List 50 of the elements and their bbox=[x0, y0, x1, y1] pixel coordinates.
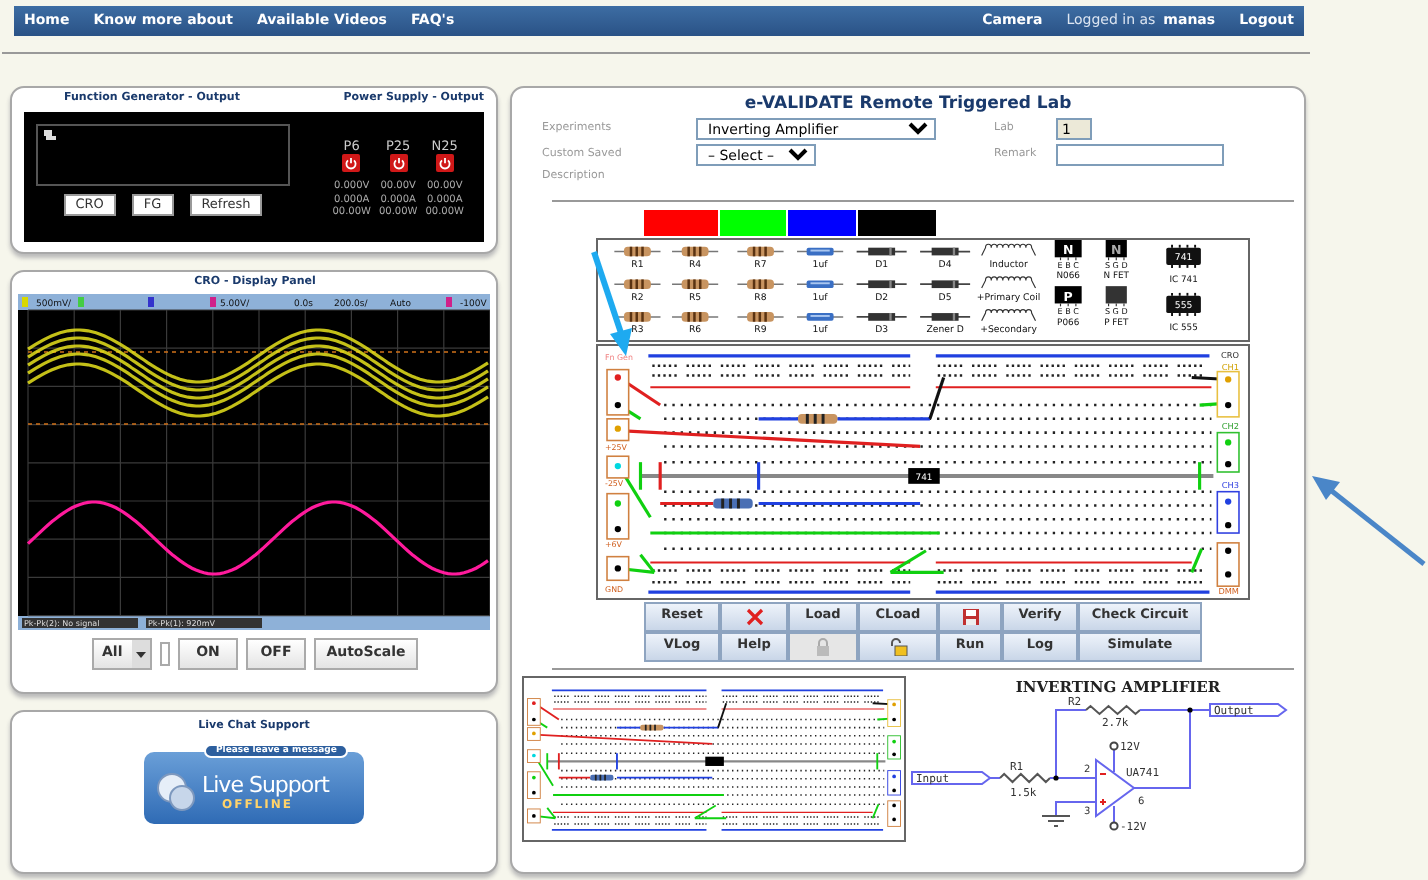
channel-marker bbox=[22, 296, 28, 307]
save-icon bbox=[961, 607, 979, 626]
indicator-toggle[interactable] bbox=[160, 641, 170, 666]
fet-icon[interactable] bbox=[1105, 285, 1127, 307]
power-icon bbox=[342, 154, 361, 173]
resistor-icon[interactable] bbox=[613, 246, 662, 256]
diode-icon[interactable] bbox=[919, 312, 971, 321]
resistor-icon[interactable] bbox=[613, 311, 662, 322]
channel-marker bbox=[210, 296, 216, 307]
coil-icon[interactable] bbox=[981, 243, 1037, 256]
annotation-arrow bbox=[1312, 476, 1426, 566]
annotation-arrow bbox=[591, 251, 632, 356]
delete-icon bbox=[745, 607, 763, 626]
power-icon bbox=[389, 154, 408, 173]
capacitor-icon[interactable] bbox=[796, 279, 844, 288]
diode-icon[interactable] bbox=[919, 247, 971, 255]
wire-color-swatch[interactable] bbox=[644, 209, 718, 236]
channel-marker bbox=[78, 296, 84, 307]
resistor-icon[interactable] bbox=[613, 279, 662, 289]
capacitor-icon[interactable] bbox=[796, 312, 844, 321]
toolbar-button[interactable] bbox=[720, 601, 788, 632]
coil-icon[interactable] bbox=[981, 308, 1037, 321]
resistor-icon[interactable] bbox=[671, 311, 719, 322]
chat-bubbles-icon bbox=[156, 772, 196, 813]
panel-title: e-VALIDATE Remote Triggered Lab bbox=[742, 94, 1074, 115]
diode-icon[interactable] bbox=[919, 279, 971, 288]
lock-icon bbox=[814, 637, 832, 656]
power-icon bbox=[435, 154, 454, 173]
resistor-icon[interactable] bbox=[671, 246, 719, 256]
resistor-icon[interactable] bbox=[736, 246, 785, 256]
resistor-icon[interactable] bbox=[736, 279, 785, 289]
remark-field[interactable] bbox=[1056, 144, 1224, 167]
channel-marker bbox=[446, 296, 452, 307]
channel-marker bbox=[148, 296, 154, 307]
diode-icon[interactable] bbox=[855, 312, 908, 321]
toolbar-button[interactable] bbox=[938, 601, 1002, 632]
wire-color-swatch[interactable] bbox=[788, 209, 856, 236]
toolbar-button[interactable] bbox=[858, 631, 938, 662]
unlock-icon bbox=[889, 637, 907, 656]
wire-color-swatch[interactable] bbox=[720, 209, 786, 236]
diode-icon[interactable] bbox=[855, 279, 908, 288]
badge-title: Live Support bbox=[202, 771, 329, 799]
wire-color-swatch[interactable] bbox=[858, 209, 936, 236]
display-icon bbox=[44, 129, 56, 140]
resistor-icon[interactable] bbox=[671, 279, 719, 289]
diode-icon[interactable] bbox=[855, 247, 908, 255]
caret-icon bbox=[132, 639, 150, 668]
coil-icon[interactable] bbox=[981, 275, 1037, 289]
resistor-icon[interactable] bbox=[736, 311, 785, 322]
capacitor-icon[interactable] bbox=[796, 247, 844, 255]
